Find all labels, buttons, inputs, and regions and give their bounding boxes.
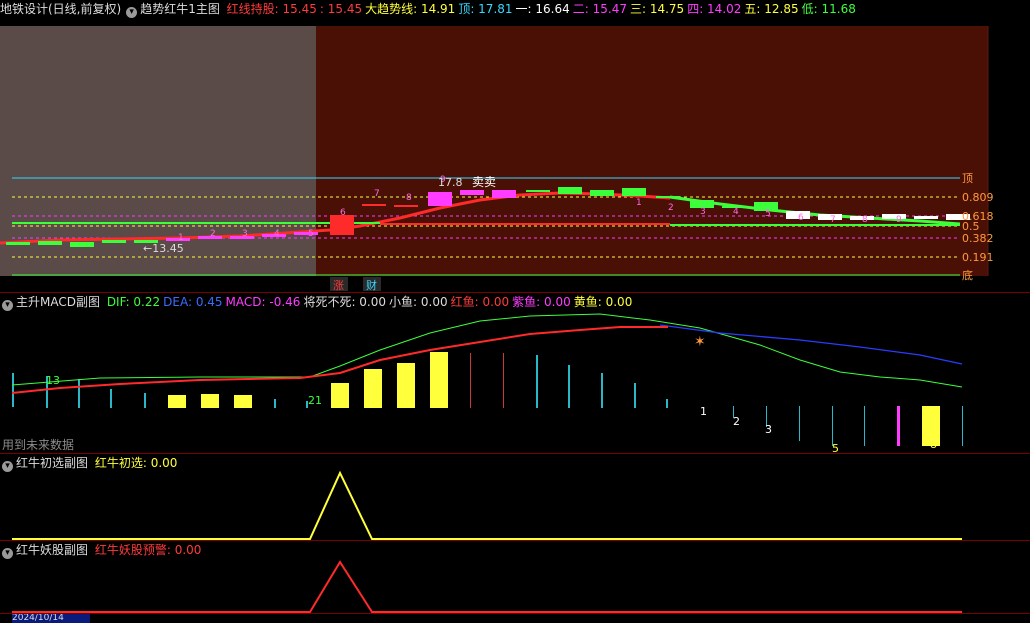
macd-bar-25 [864,406,865,446]
rise-badge[interactable]: 涨 [333,279,344,292]
demon-chart[interactable] [0,541,1030,613]
high-marker: 17.8 [438,176,463,189]
candle-27 [882,214,906,219]
candle-10 [330,215,354,235]
candle-count-12: 4 [733,207,739,217]
candle-count-7: 8 [406,193,412,203]
fib-label-1: 0.809 [962,191,994,204]
pick-signal-line [12,470,962,540]
candle-count-3: 4 [274,229,280,239]
candle-count-11: 3 [700,207,706,217]
candle-11 [362,204,386,206]
macd-bar-15 [503,353,504,408]
candle-count-1: 2 [210,229,216,239]
candle-count-4: 5 [308,229,314,239]
candle-12 [394,205,418,207]
candle-14 [460,190,484,195]
macd-bar-2 [78,379,80,408]
candle-13 [428,192,452,206]
candle-19 [622,188,646,196]
macd-bar-5 [168,395,186,408]
count-right-2: 2 [733,415,740,428]
main-chart[interactable]: 1 2 3 4 567 891 2 3 4 5 6 7 8 9 17.8 卖卖 ←13.45 顶0.809… [0,0,1030,292]
candle-count-10: 2 [668,203,674,213]
count-left-1: 13 [46,374,60,387]
macd-bar-7 [234,395,252,408]
macd-bar-13 [430,352,448,408]
candle-20 [656,196,680,198]
macd-bar-14 [470,353,471,408]
candle-28 [914,216,938,219]
dif-line [11,313,963,388]
candle-3 [102,240,126,243]
macd-bar-17 [568,365,570,408]
candle-17 [558,187,582,194]
macd-bar-26 [897,406,900,446]
count-right-3: 3 [765,423,772,436]
macd-bar-8 [274,399,276,408]
macd-bar-4 [144,393,146,408]
macd-bar-19 [634,383,636,408]
candle-count-6: 7 [374,189,380,199]
fib-label-4: 0.382 [962,232,994,245]
count-right-5: 8 [930,438,937,451]
demon-signal-line [12,560,962,613]
macd-bar-11 [364,369,382,408]
candle-count-9: 1 [636,198,642,208]
macd-bar-10 [331,383,349,408]
candle-count-15: 7 [830,215,836,225]
candle-count-13: 5 [765,209,771,219]
candle-15 [492,190,516,198]
fib-label-0: 顶 [962,172,973,185]
star-marker-icon: ✶ [694,334,706,350]
candle-count-2: 3 [242,229,248,239]
macd-bar-6 [201,394,219,408]
sell-marker: 卖卖 [472,175,496,189]
fib-label-6: 底 [962,268,973,282]
macd-bar-18 [601,373,603,408]
macd-bar-0 [12,373,14,407]
candle-0 [6,242,30,245]
fib-label-5: 0.191 [962,251,994,264]
count-left-2: 21 [308,394,322,407]
future-data-note: 用到未来数据 [2,437,74,452]
pick-chart[interactable] [0,454,1030,540]
candle-16 [526,190,550,192]
macd-bar-28 [962,406,963,446]
macd-bar-12 [397,363,415,408]
macd-bar-16 [536,355,538,408]
macd-bar-20 [666,399,668,408]
candle-count-14: 6 [798,213,804,223]
candle-count-17: 9 [896,215,902,225]
candle-9 [294,232,318,235]
macd-bar-23 [799,406,800,441]
low-marker: ←13.45 [143,242,184,255]
fin-badge[interactable]: 财 [366,278,377,292]
candle-count-16: 8 [862,215,868,225]
macd-bar-3 [110,389,112,408]
count-right-1: 1 [700,405,707,418]
count-right-4: 5 [832,442,839,453]
candle-count-5: 6 [340,208,346,218]
macd-bar-24 [832,406,833,446]
candle-18 [590,190,614,196]
macd-chart[interactable]: ✶ 13 21 1 2 3 5 8 用到未来数据 [0,293,1030,453]
candle-2 [70,242,94,247]
candle-1 [38,241,62,245]
